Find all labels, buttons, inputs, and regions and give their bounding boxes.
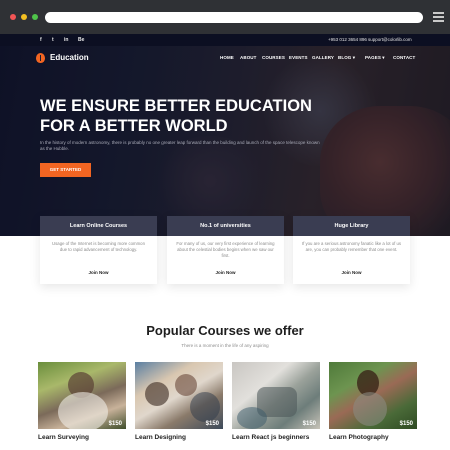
nav-events[interactable]: EVENTS — [289, 55, 308, 60]
feature-card: Learn Online Courses Usage of the Intern… — [40, 216, 157, 284]
email-address[interactable]: support@colorlib.com — [368, 37, 412, 42]
hero-subtitle: In the history of modern astronomy, ther… — [40, 140, 320, 151]
linkedin-icon[interactable]: in — [64, 37, 68, 43]
course-price: $150 — [302, 421, 316, 427]
feature-card: No.1 of universities For many of us, our… — [167, 216, 284, 284]
main-navbar: Education HOME ABOUT COURSES EVENTS GALL… — [0, 46, 450, 70]
get-started-button[interactable]: GET STARTED — [40, 163, 91, 177]
hero-title-line1: WE ENSURE BETTER EDUCATION — [40, 97, 312, 115]
section-title: Popular Courses we offer — [146, 323, 304, 338]
course-title[interactable]: Learn React js beginners — [232, 434, 320, 441]
course-card[interactable]: $150 Learn Photography — [329, 362, 417, 442]
nav-contact[interactable]: CONTACT — [393, 55, 415, 60]
nav-home[interactable]: HOME — [220, 55, 234, 60]
nav-courses[interactable]: COURSES — [262, 55, 285, 60]
course-title[interactable]: Learn Photography — [329, 434, 417, 441]
browser-chrome — [0, 0, 450, 34]
nav-about[interactable]: ABOUT — [240, 55, 257, 60]
course-card[interactable]: $150 Learn Designing — [135, 362, 223, 442]
feature-card: Huge Library If you are a serious astron… — [293, 216, 410, 284]
section-subtitle: There is a moment in the life of any asp… — [181, 343, 269, 348]
course-price: $150 — [108, 421, 122, 427]
twitter-icon[interactable]: t — [52, 37, 54, 43]
feature-text: If you are a serious astronomy fanatic l… — [301, 241, 402, 252]
menu-icon[interactable] — [433, 12, 444, 23]
course-title[interactable]: Learn Designing — [135, 434, 223, 441]
course-image[interactable]: $150 — [329, 362, 417, 429]
nav-blog[interactable]: BLOG ▾ — [338, 55, 355, 61]
logo-icon[interactable] — [36, 53, 45, 63]
facebook-icon[interactable]: f — [40, 37, 42, 43]
join-now-link[interactable]: Join Now — [293, 270, 410, 275]
course-price: $150 — [399, 421, 413, 427]
join-now-link[interactable]: Join Now — [40, 270, 157, 275]
nav-gallery[interactable]: GALLERY — [312, 55, 334, 60]
course-card[interactable]: $150 Learn React js beginners — [232, 362, 320, 442]
maximize-window-icon[interactable] — [32, 14, 38, 20]
course-image[interactable]: $150 — [38, 362, 126, 429]
course-image[interactable]: $150 — [232, 362, 320, 429]
address-bar[interactable] — [45, 12, 423, 23]
logo-text[interactable]: Education — [50, 53, 89, 62]
join-now-link[interactable]: Join Now — [167, 270, 284, 275]
nav-pages[interactable]: PAGES ▾ — [365, 55, 385, 61]
phone-number[interactable]: +953 012 3654 896 — [328, 37, 367, 42]
course-card[interactable]: $150 Learn Surveying — [38, 362, 126, 442]
top-bar: f t in Be +953 012 3654 896 support@colo… — [0, 34, 450, 46]
feature-title: Learn Online Courses — [40, 216, 157, 236]
hero-title-line2: FOR A BETTER WORLD — [40, 117, 228, 135]
feature-text: For many of us, our very first experienc… — [176, 241, 275, 258]
course-title[interactable]: Learn Surveying — [38, 434, 126, 441]
minimize-window-icon[interactable] — [21, 14, 27, 20]
feature-text: Usage of the Internet is becoming more c… — [52, 241, 145, 252]
behance-icon[interactable]: Be — [78, 37, 84, 43]
course-image[interactable]: $150 — [135, 362, 223, 429]
close-window-icon[interactable] — [10, 14, 16, 20]
feature-title: Huge Library — [293, 216, 410, 236]
course-price: $150 — [205, 421, 219, 427]
feature-title: No.1 of universities — [167, 216, 284, 236]
